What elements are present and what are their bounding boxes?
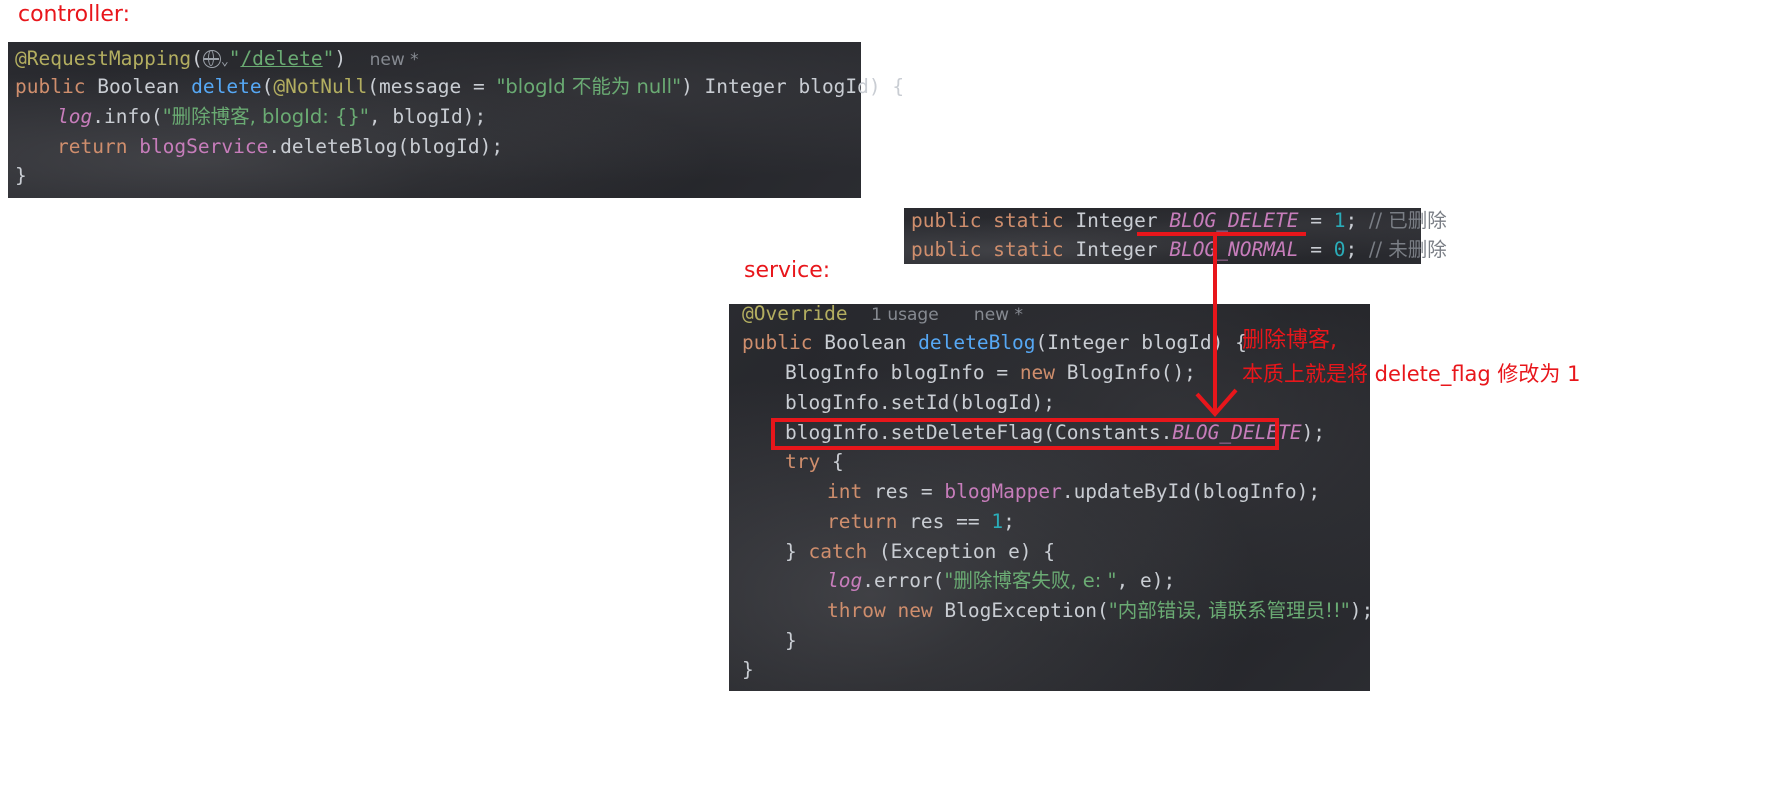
annotation-arrow bbox=[1137, 232, 1306, 418]
annotation-line-2: 本质上就是将 delete_flag 修改为 1 bbox=[1242, 362, 1581, 386]
annotation-line-1: 删除博客, bbox=[1242, 328, 1337, 353]
